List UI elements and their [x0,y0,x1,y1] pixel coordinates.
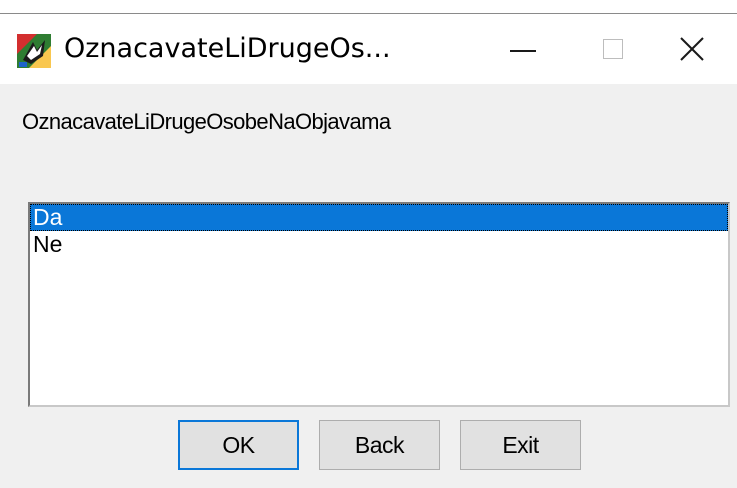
options-listbox[interactable]: Da Ne [28,202,730,407]
window-title: OznacavateLiDrugeOs... [64,33,391,64]
ok-button[interactable]: OK [178,420,299,470]
maximize-button[interactable] [568,14,658,84]
minimize-button[interactable] [478,14,568,84]
exit-button[interactable]: Exit [460,420,581,470]
back-button[interactable]: Back [319,420,440,470]
close-icon [680,37,704,61]
app-icon [17,34,51,68]
prompt-label: OznacavateLiDrugeOsobeNaObjavama [22,109,391,134]
dialog-window: OznacavateLiDrugeOs... OznacavateLiDruge… [0,13,737,488]
close-button[interactable] [647,14,737,84]
title-bar[interactable]: OznacavateLiDrugeOs... [0,14,737,84]
list-item-da[interactable]: Da [30,204,728,231]
dialog-body: OznacavateLiDrugeOsobeNaObjavama Da Ne O… [0,84,737,488]
minimize-icon [510,50,536,52]
list-item-ne[interactable]: Ne [30,231,728,258]
maximize-icon [603,39,623,59]
